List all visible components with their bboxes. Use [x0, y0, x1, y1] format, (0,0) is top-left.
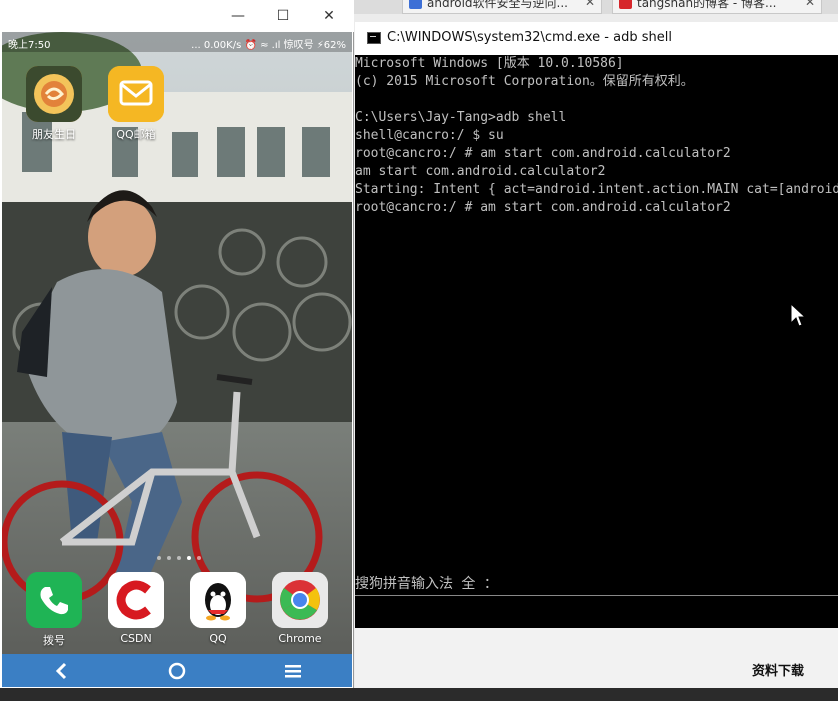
- app-label: Chrome: [278, 632, 322, 645]
- close-icon[interactable]: ✕: [805, 0, 815, 9]
- home-circle-icon: [168, 662, 186, 680]
- cmd-window-title: C:\WINDOWS\system32\cmd.exe - adb shell: [387, 30, 672, 45]
- page-dot-active: [187, 556, 191, 560]
- browser-tab-blog[interactable]: tangshan的博客 - 博客... ✕: [612, 0, 822, 14]
- page-dot: [167, 556, 171, 560]
- phone-screen[interactable]: 晚上7:50 ... 0.00K/s ⏰ ≈ .ıl 惊叹号 ⚡62% 朋友生日: [2, 32, 352, 687]
- browser-tab-strip: android软件安全与逆向... ✕ tangshan的博客 - 博客... …: [354, 0, 838, 14]
- phone-app-icon[interactable]: [26, 572, 82, 628]
- app-label: QQ邮箱: [116, 128, 156, 141]
- tab-label: android软件安全与逆向...: [427, 0, 568, 10]
- app-label: QQ: [209, 632, 227, 645]
- app-label: 朋友生日: [32, 128, 76, 141]
- ime-status-bar: 搜狗拼音输入法 全 ：: [355, 576, 498, 592]
- home-button[interactable]: [165, 660, 189, 682]
- back-icon: [55, 662, 67, 680]
- console-output[interactable]: Microsoft Windows [版本 10.0.10586] (c) 20…: [355, 55, 838, 628]
- phone-window-titlebar[interactable]: — ☐ ✕: [0, 0, 354, 32]
- console-line: shell@cancro:/ $ su: [355, 128, 504, 143]
- console-line: root@cancro:/ # am start com.android.cal…: [355, 146, 731, 161]
- console-line: root@cancro:/ # am start com.android.cal…: [355, 200, 731, 215]
- mouse-cursor-icon: [790, 303, 806, 327]
- close-icon[interactable]: ✕: [585, 0, 595, 9]
- chrome-app-icon[interactable]: [272, 572, 328, 628]
- console-line: C:\Users\Jay-Tang>adb shell: [355, 110, 567, 125]
- qqmail-app-icon[interactable]: [108, 66, 164, 122]
- mail-icon: [108, 66, 164, 122]
- browser-content-area: [355, 628, 838, 688]
- console-line: am start com.android.calculator2: [355, 164, 606, 179]
- taskbar: [0, 688, 838, 701]
- maximize-button[interactable]: ☐: [273, 6, 293, 26]
- desktop: android软件安全与逆向... ✕ tangshan的博客 - 博客... …: [0, 0, 838, 701]
- console-line: Microsoft Windows [版本 10.0.10586]: [355, 56, 624, 71]
- android-nav-bar: [2, 654, 352, 687]
- page-dot: [197, 556, 201, 560]
- tab-label: tangshan的博客 - 博客...: [637, 0, 777, 10]
- page-dot: [177, 556, 181, 560]
- menu-icon: [285, 665, 301, 678]
- back-button[interactable]: [50, 660, 74, 682]
- menu-button[interactable]: [281, 660, 305, 682]
- divider: [355, 595, 838, 596]
- app-label: CSDN: [120, 632, 152, 645]
- birthday-app-icon[interactable]: [26, 66, 82, 122]
- cmd-window[interactable]: C:\WINDOWS\system32\cmd.exe - adb shell …: [355, 22, 838, 628]
- status-indicators: ... 0.00K/s ⏰ ≈ .ıl 惊叹号 ⚡62%: [191, 40, 346, 51]
- status-bar: 晚上7:50 ... 0.00K/s ⏰ ≈ .ıl 惊叹号 ⚡62%: [2, 32, 352, 52]
- qq-app-icon[interactable]: [190, 572, 246, 628]
- console-line: Starting: Intent { act=android.intent.ac…: [355, 182, 838, 197]
- page-dot: [157, 556, 161, 560]
- app-label: 拨号: [43, 634, 65, 647]
- page-icon: [409, 0, 422, 9]
- download-link[interactable]: 资料下载: [752, 660, 804, 679]
- cake-icon: [26, 66, 82, 122]
- chrome-icon: [272, 572, 328, 628]
- console-line: (c) 2015 Microsoft Corporation。保留所有权利。: [355, 74, 694, 89]
- csdn-app-icon[interactable]: [108, 572, 164, 628]
- cmd-titlebar[interactable]: C:\WINDOWS\system32\cmd.exe - adb shell: [355, 22, 838, 55]
- page-indicator: [157, 545, 207, 560]
- browser-tab-android[interactable]: android软件安全与逆向... ✕: [402, 0, 602, 14]
- csdn-logo-icon: [108, 572, 164, 628]
- penguin-icon: [190, 572, 246, 628]
- phone-mirror-window: — ☐ ✕ 晚上7:50 ... 0.00K/s ⏰ ≈ .ıl 惊叹号 ⚡62…: [0, 0, 354, 701]
- csdn-icon: [619, 0, 632, 9]
- phone-icon: [26, 572, 82, 628]
- minimize-button[interactable]: —: [228, 6, 248, 26]
- close-button[interactable]: ✕: [319, 6, 339, 26]
- console-icon: [367, 32, 381, 44]
- status-time: 晚上7:50: [8, 40, 51, 51]
